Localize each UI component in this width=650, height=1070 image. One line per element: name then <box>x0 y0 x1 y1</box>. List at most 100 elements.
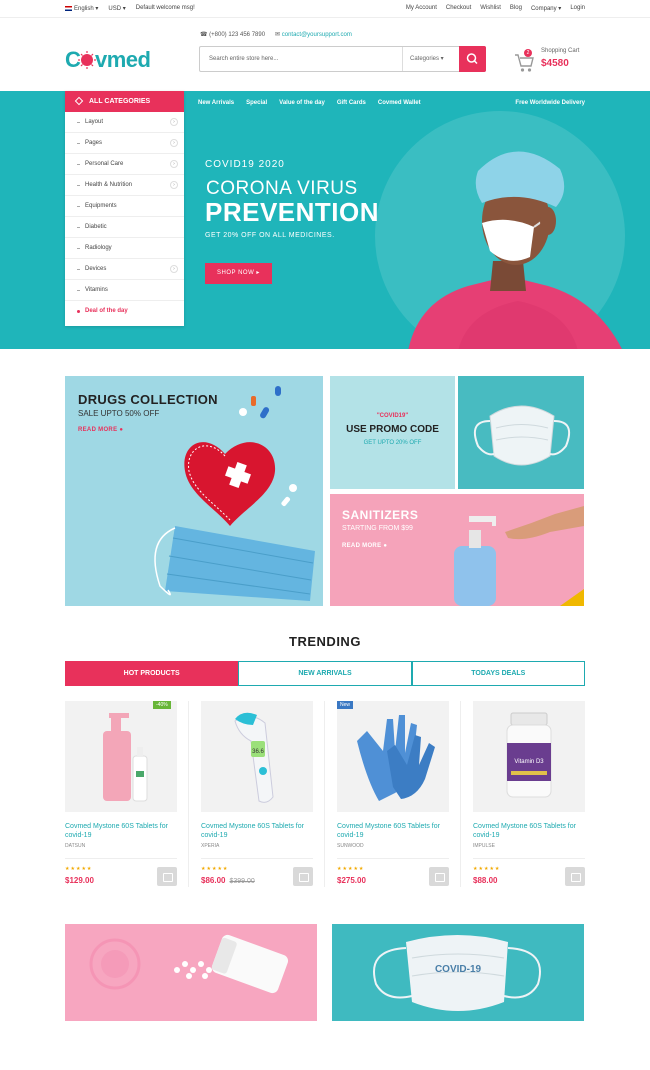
product-name[interactable]: Covmed Mystone 60S Tablets for covid-19 <box>337 822 449 840</box>
covid-mask-banner[interactable]: COVID-19 <box>332 924 584 1021</box>
category-item-radiology[interactable]: Radiology <box>65 238 184 259</box>
new-badge: New <box>337 701 354 709</box>
product-name[interactable]: Covmed Mystone 60S Tablets for covid-19 <box>201 822 313 840</box>
category-select[interactable]: Categories ▾ <box>402 47 460 71</box>
company-dropdown[interactable]: Company ▾ <box>531 5 561 12</box>
face-mask-banner[interactable] <box>458 376 584 489</box>
vitamin-label: Vitamin D3 <box>514 759 544 765</box>
shop-now-button[interactable]: SHOP NOW ▸ <box>205 263 272 284</box>
banner-title: USE PROMO CODE <box>346 424 439 435</box>
shopping-cart[interactable]: 2 Shopping Cart $4580 <box>514 48 586 78</box>
drugs-collection-banner[interactable]: DRUGS COLLECTION SALE UPTO 50% OFF READ … <box>65 376 323 606</box>
add-to-cart-button[interactable] <box>565 867 585 886</box>
category-item-personal-care[interactable]: Personal Care › <box>65 154 184 175</box>
phone-icon: ☎ <box>200 32 208 38</box>
add-to-cart-button[interactable] <box>293 867 313 886</box>
chevron-right-icon: › <box>170 118 178 126</box>
promo-code-banner[interactable]: "COVID19" USE PROMO CODE GET UPTO 20% OF… <box>330 376 455 489</box>
nav-special[interactable]: Special <box>246 100 267 106</box>
checkout-link[interactable]: Checkout <box>446 5 471 12</box>
product-image[interactable] <box>337 701 449 812</box>
product-name[interactable]: Covmed Mystone 60S Tablets for covid-19 <box>65 822 177 840</box>
nav-covmed-wallet[interactable]: Covmed Wallet <box>378 100 421 106</box>
add-to-cart-button[interactable] <box>157 867 177 886</box>
top-bar: English ▾ USD ▾ Default welcome msg! My … <box>0 0 650 18</box>
divider <box>460 701 461 887</box>
my-account-link[interactable]: My Account <box>406 5 437 12</box>
site-logo[interactable]: C vmed <box>65 46 161 78</box>
language-select[interactable]: English ▾ <box>65 5 98 12</box>
product-card[interactable]: New Covmed Mystone 60S Tablets for covid… <box>337 701 461 887</box>
vitamin-bottle-image: Vitamin D3 <box>506 712 552 798</box>
medical-gloves-image <box>357 715 435 801</box>
main-nav: New Arrivals Special Value of the day Gi… <box>198 100 421 106</box>
divider <box>324 701 325 887</box>
email-info[interactable]: ✉ contact@yoursupport.com <box>275 31 352 38</box>
pill-bottle-image <box>89 934 289 994</box>
category-item-deal-of-the-day[interactable]: Deal of the day <box>65 301 184 322</box>
trending-title: TRENDING <box>289 634 361 649</box>
product-card[interactable]: Vitamin D3 Covmed Mystone 60S Tablets fo… <box>473 701 585 887</box>
divider <box>337 858 449 859</box>
svg-text:36.6: 36.6 <box>252 749 264 755</box>
nav-gift-cards[interactable]: Gift Cards <box>337 100 366 106</box>
trending-tabs: HOT PRODUCTS NEW ARRIVALS TODAYS DEALS <box>65 661 585 686</box>
sanitizer-image <box>454 506 584 606</box>
search-bar: Search entire store here... Categories ▾ <box>199 46 486 72</box>
product-image[interactable]: 36.6 <box>201 701 313 812</box>
chevron-right-icon: › <box>170 181 178 189</box>
product-price: $275.00 <box>337 876 366 885</box>
product-image[interactable]: Vitamin D3 <box>473 701 585 812</box>
nurse-image <box>408 151 622 349</box>
blog-link[interactable]: Blog <box>510 5 522 12</box>
nav-value-of-the-day[interactable]: Value of the day <box>279 100 325 106</box>
product-price: $88.00 <box>473 876 498 885</box>
discount-badge: -40% <box>153 701 171 709</box>
tab-new-arrivals[interactable]: NEW ARRIVALS <box>238 661 412 686</box>
hero-offer: GET 20% OFF ON ALL MEDICINES. <box>205 232 335 239</box>
product-brand: IMPULSE <box>473 843 495 849</box>
heart-and-mask-image <box>154 386 315 601</box>
category-item-pages[interactable]: Pages › <box>65 133 184 154</box>
site-header: C vmed ☎ (+800) 123 456 7890 ✉ contact@y… <box>0 18 650 91</box>
mask-text: COVID-19 <box>435 964 482 975</box>
svg-text:vmed: vmed <box>95 47 150 72</box>
category-item-vitamins[interactable]: Vitamins <box>65 280 184 301</box>
all-categories-header[interactable]: ALL CATEGORIES <box>65 91 184 112</box>
category-item-devices[interactable]: Devices › <box>65 259 184 280</box>
lotion-bottle-image <box>103 713 148 802</box>
cart-label: Shopping Cart <box>541 48 580 54</box>
product-name[interactable]: Covmed Mystone 60S Tablets for covid-19 <box>473 822 585 840</box>
tab-hot-products[interactable]: HOT PRODUCTS <box>65 661 239 686</box>
old-price: $399.00 <box>229 878 255 885</box>
search-input[interactable]: Search entire store here... <box>209 56 278 62</box>
category-item-health-nutrition[interactable]: Health & Nutrition › <box>65 175 184 196</box>
product-brand: SUNWOOD <box>337 843 364 849</box>
mail-icon: ✉ <box>275 32 281 38</box>
product-price: $129.00 <box>65 876 94 885</box>
rating-stars: ★★★★★ <box>337 866 365 872</box>
divider <box>473 858 585 859</box>
product-brand: DATSUN <box>65 843 86 849</box>
product-card[interactable]: 36.6 Covmed Mystone 60S Tablets for covi… <box>201 701 325 887</box>
sanitizers-banner[interactable]: SANITIZERS STARTING FROM $99 READ MORE ● <box>330 494 584 606</box>
tab-todays-deals[interactable]: TODAYS DEALS <box>411 661 585 686</box>
category-item-diabetic[interactable]: Diabetic <box>65 217 184 238</box>
pills-banner[interactable] <box>65 924 317 1021</box>
diamond-icon <box>74 96 84 106</box>
category-item-equipments[interactable]: Equipments <box>65 196 184 217</box>
product-image[interactable] <box>65 701 177 812</box>
hero-subtitle: COVID19 2020 <box>205 159 285 170</box>
wishlist-link[interactable]: Wishlist <box>480 5 501 12</box>
product-card[interactable]: -40% Covmed Mystone 60S Tablets for covi… <box>65 701 189 887</box>
welcome-message: Default welcome msg! <box>135 5 195 11</box>
currency-select[interactable]: USD ▾ <box>108 5 125 12</box>
login-link[interactable]: Login <box>570 5 585 12</box>
promo-code: "COVID19" <box>376 413 409 419</box>
search-icon <box>466 53 478 65</box>
divider <box>201 858 313 859</box>
category-item-layout[interactable]: Layout › <box>65 112 184 133</box>
add-to-cart-button[interactable] <box>429 867 449 886</box>
search-button[interactable] <box>459 46 486 72</box>
nav-new-arrivals[interactable]: New Arrivals <box>198 100 234 106</box>
